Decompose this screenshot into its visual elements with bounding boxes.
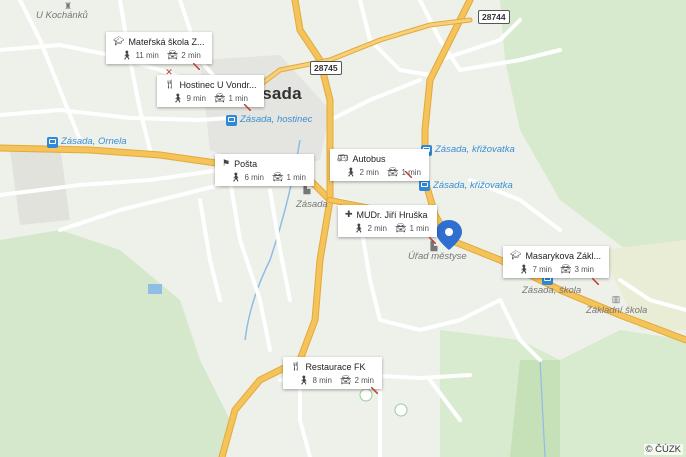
restaurant-icon: 🍴︎ [290,361,302,371]
poi-card-materska[interactable]: 🎓︎ Mateřská škola Z... 🚶︎ 11 min 🚘︎ 2 min [106,32,213,64]
car-icon: 🚘︎ [387,167,399,177]
poi-card-autobus[interactable]: 🚌︎ Autobus 🚶︎ 2 min 🚘︎ 1 min [330,149,429,181]
card-pointer-icon [592,278,599,285]
card-title: MUDr. Jiří Hruška [356,209,428,220]
walk-time: 9 min [186,94,206,103]
walk-icon: 🚶︎ [518,264,530,274]
medical-icon: ✚ [345,209,353,219]
card-pointer-icon [405,171,412,178]
card-title: Mateřská škola Z... [128,36,205,47]
school-icon: 🎓︎ [113,36,125,46]
drive-time: 1 min [409,224,429,233]
poi-card-posta[interactable]: ⚑ Pošta 🚶︎ 6 min 🚘︎ 1 min [215,154,314,186]
place-zasada-skola: Zásada, škola [522,285,582,296]
card-title: Pošta [234,158,258,169]
map-copyright[interactable]: © ČÚZK [643,444,683,455]
place-zakladni-skola: Základní škola [586,305,648,316]
drive-time: 2 min [354,376,374,385]
drive-time: 1 min [286,173,306,182]
walk-time: 2 min [359,168,379,177]
bus-stop-icon[interactable] [47,137,58,148]
poi-card-restaurace[interactable]: 🍴︎ Restaurace FK 🚶︎ 8 min 🚘︎ 2 min [283,357,382,389]
bus-stop-ornela[interactable]: Zásada, Ornela [61,136,126,147]
card-pointer-icon [371,387,378,394]
post-office-icon: ⚑ [222,158,231,168]
walk-icon: 🚶︎ [172,93,184,103]
card-pointer-icon [193,63,200,70]
chapel-poi-icon[interactable]: ♜ [62,0,74,12]
bus-icon: 🚌︎ [337,153,349,163]
walk-time: 2 min [367,224,387,233]
car-icon: 🚘︎ [340,375,352,385]
walk-icon: 🚶︎ [121,50,133,60]
bus-stop-icon[interactable] [419,180,430,191]
poi-card-masarykova[interactable]: 🎓︎ Masarykova Zákl... 🚶︎ 7 min 🚘︎ 3 min [503,246,609,278]
card-title: Autobus [352,153,386,164]
road-number-28745: 28745 [310,61,342,75]
place-zasada: Zásada [296,199,328,210]
card-title: Restaurace FK [305,361,366,372]
car-icon: 🚘︎ [395,223,407,233]
car-icon: 🚘︎ [214,93,226,103]
place-urad-mestyse: Úřad městyse [408,251,467,262]
walk-time: 11 min [135,51,159,60]
walk-icon: 🚶︎ [345,167,357,177]
car-icon: 🚘︎ [272,172,284,182]
bus-stop-krizovatka[interactable]: Zásada, křižovatka [435,144,515,155]
road-number-28744: 28744 [478,10,510,24]
walk-icon: 🚶︎ [298,375,310,385]
bus-stop-krizovatka-2[interactable]: Zásada, křižovatka [433,180,513,191]
walk-icon: 🚶︎ [353,223,365,233]
school-icon: 🎓︎ [510,250,522,260]
walk-icon: 🚶︎ [230,172,242,182]
poi-card-hostinec[interactable]: 🍴︎ Hostinec U Vondr... 🚶︎ 9 min 🚘︎ 1 min [157,75,265,107]
drive-time: 2 min [181,51,201,60]
card-pointer-icon [244,104,251,111]
school-poi-icon[interactable]: ▥ [610,293,622,305]
walk-time: 8 min [312,376,332,385]
car-icon: 🚘︎ [166,50,179,60]
bus-stop-hostinec[interactable]: Zásada, hostinec [240,114,312,125]
walk-time: 7 min [532,265,552,274]
drive-time: 3 min [574,265,594,274]
card-title: Masarykova Zákl... [525,250,601,261]
drive-time: 1 min [228,94,248,103]
walk-time: 6 min [244,173,264,182]
card-title: Hostinec U Vondr... [179,79,257,90]
map-canvas[interactable]: Zásada U Kochánků Zásada Úřad městyse Zá… [0,0,686,457]
car-icon: 🚘︎ [560,264,572,274]
card-pointer-icon [429,237,436,244]
bus-stop-icon[interactable] [226,115,237,126]
restaurant-icon: 🍴︎ [164,79,176,89]
poi-card-mudr[interactable]: ✚ MUDr. Jiří Hruška 🚶︎ 2 min 🚘︎ 1 min [338,205,437,237]
